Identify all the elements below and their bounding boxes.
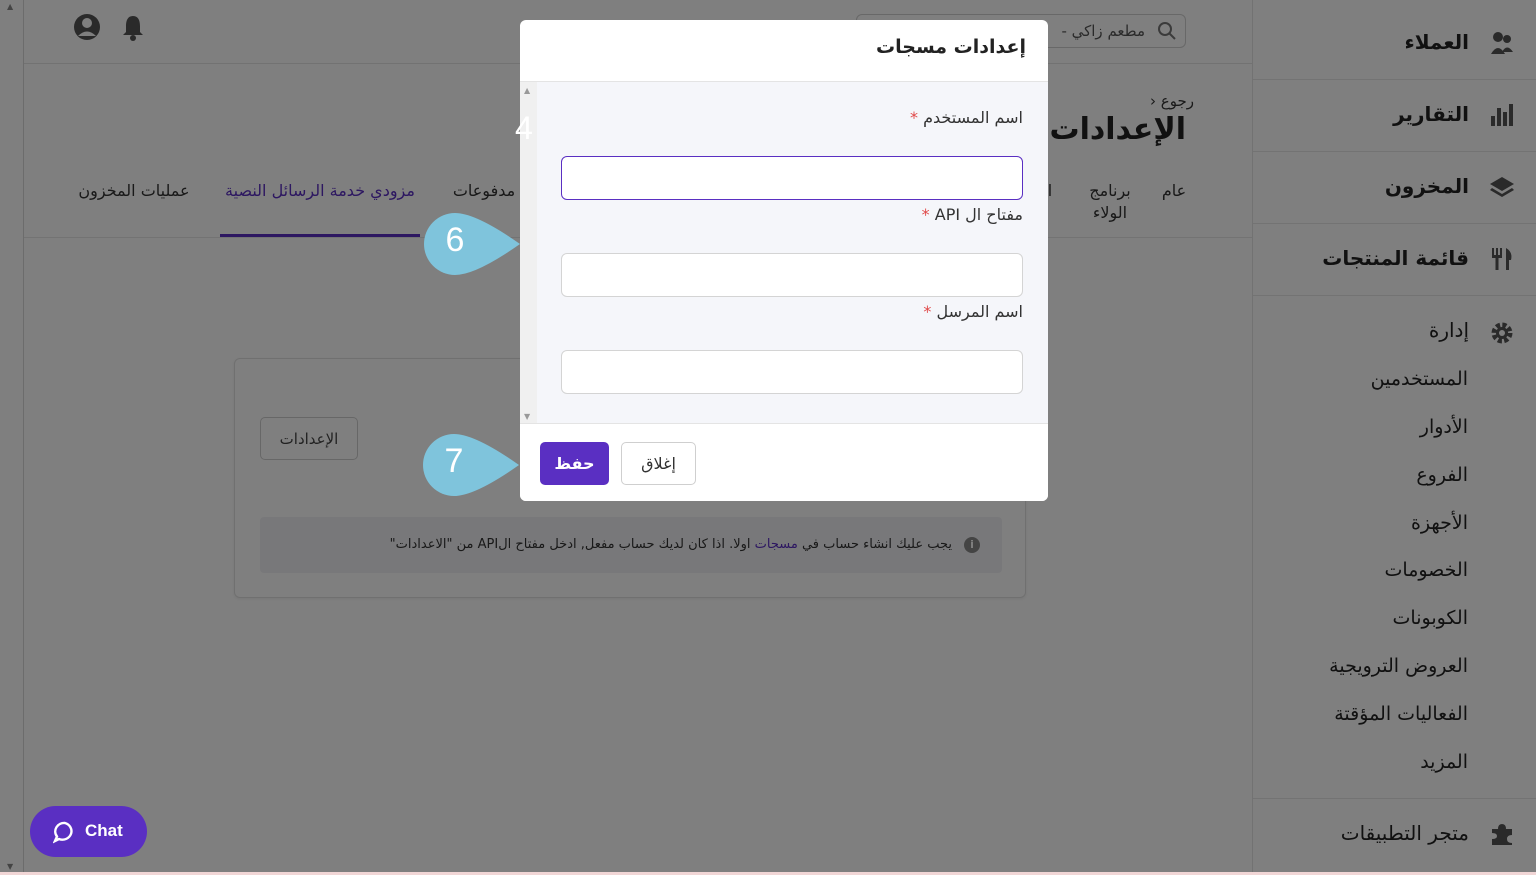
chat-launcher-button[interactable]: Chat <box>30 806 147 857</box>
username-input[interactable] <box>561 156 1023 200</box>
username-label: اسم المستخدم * <box>910 108 1023 127</box>
chat-bubble-icon <box>53 821 73 844</box>
modal-body: ▲ ▼ اسم المستخدم * مفتاح ال API * اسم ال… <box>520 82 1048 423</box>
chat-label: Chat <box>85 821 123 840</box>
username-label-text: اسم المستخدم <box>923 108 1023 127</box>
modal-footer: حفظ إغلاق <box>520 423 1048 501</box>
sender-name-input[interactable] <box>561 350 1023 394</box>
scroll-up-arrow-icon[interactable]: ▲ <box>524 86 530 95</box>
api-key-input[interactable] <box>561 253 1023 297</box>
msegat-settings-modal: إعدادات مسجات ▲ ▼ اسم المستخدم * مفتاح ا… <box>520 20 1048 501</box>
step-marker-7: 7 <box>423 434 523 496</box>
sender-name-label: اسم المرسل * <box>923 302 1023 321</box>
required-asterisk: * <box>910 108 919 127</box>
api-key-label-text: مفتاح ال API <box>934 205 1023 224</box>
required-asterisk: * <box>921 205 930 224</box>
save-button[interactable]: حفظ <box>540 442 609 485</box>
step-marker-4: 4 <box>515 110 533 146</box>
modal-header: إعدادات مسجات <box>520 20 1048 82</box>
scroll-down-arrow-icon[interactable]: ▼ <box>524 412 530 421</box>
step-number: 7 <box>444 442 464 480</box>
required-asterisk: * <box>923 302 932 321</box>
modal-title: إعدادات مسجات <box>876 36 1026 58</box>
step-marker-6: 6 <box>424 213 524 275</box>
step-number: 6 <box>445 221 465 259</box>
close-button[interactable]: إغلاق <box>621 442 696 485</box>
api-key-label: مفتاح ال API * <box>922 205 1023 224</box>
sender-name-label-text: اسم المرسل <box>936 302 1023 321</box>
